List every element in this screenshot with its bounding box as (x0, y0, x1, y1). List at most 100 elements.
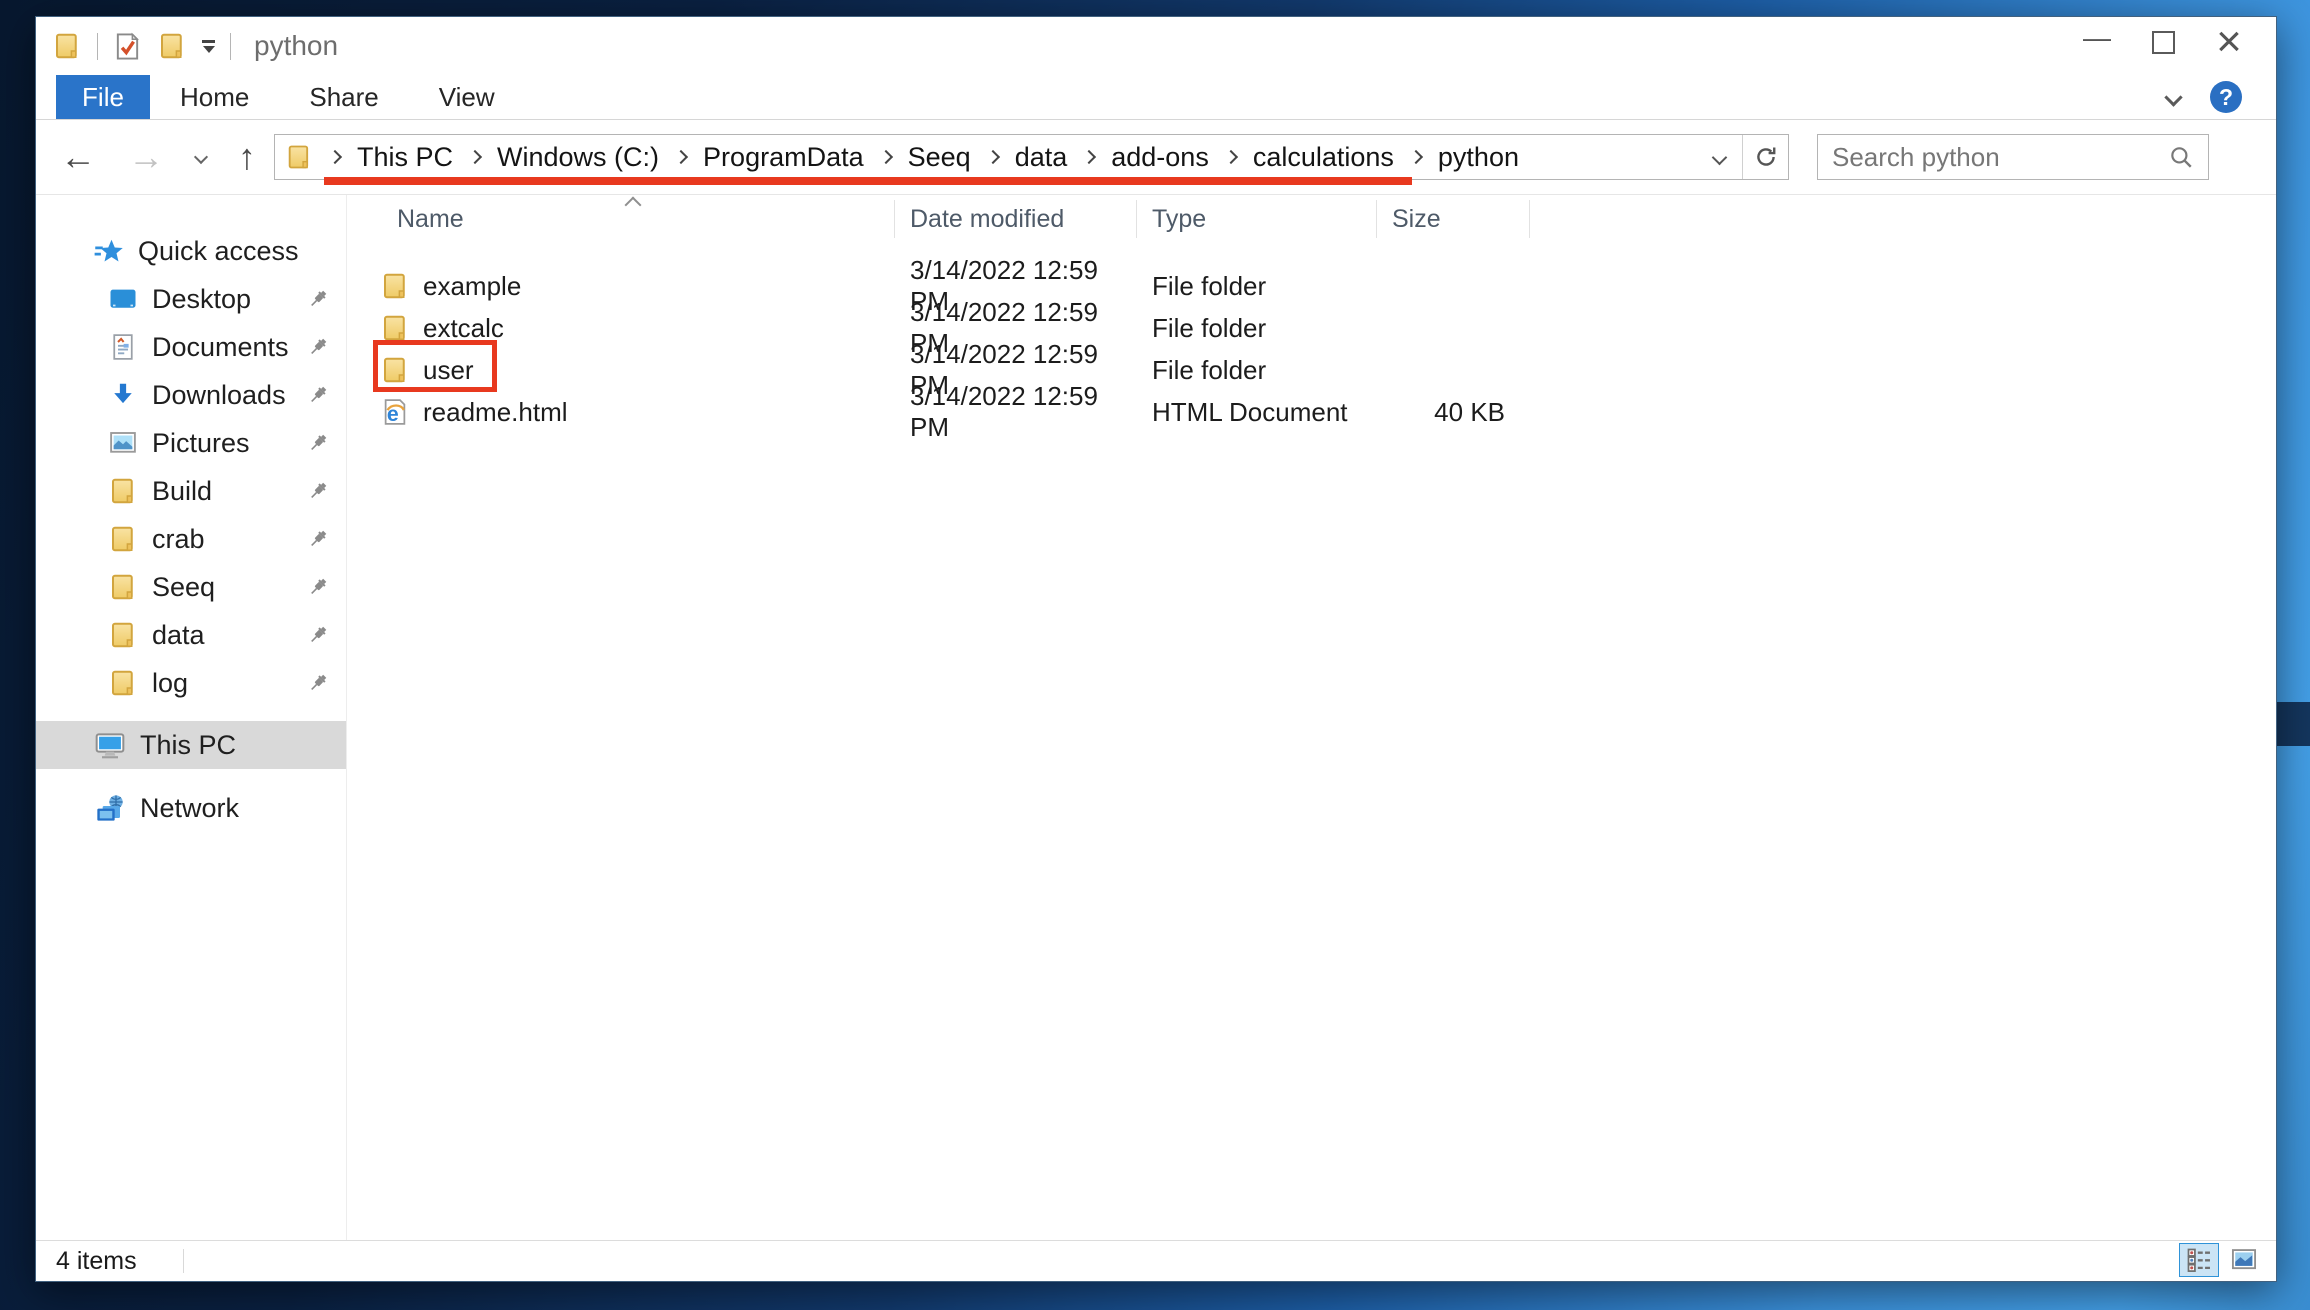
sidebar-item-log[interactable]: log (36, 659, 346, 707)
file-type: File folder (1137, 355, 1377, 386)
back-button[interactable]: ← (60, 139, 96, 175)
checkmark-document-icon[interactable] (113, 31, 142, 62)
window-title: python (254, 30, 338, 62)
tab-view[interactable]: View (409, 75, 525, 119)
sidebar-item-label: Quick access (138, 236, 299, 267)
recent-locations-chevron-icon[interactable] (194, 150, 208, 164)
pin-icon (306, 287, 330, 311)
breadcrumb-chevron-icon[interactable] (986, 150, 1000, 164)
search-placeholder: Search python (1832, 142, 2000, 173)
view-toggle-buttons (2179, 1243, 2264, 1277)
breadcrumb-chevron-icon[interactable] (1224, 150, 1238, 164)
file-name: extcalc (423, 313, 504, 344)
folder-icon[interactable] (157, 31, 187, 61)
search-input[interactable]: Search python (1817, 134, 2209, 180)
pin-icon (306, 671, 330, 695)
file-date: 3/14/2022 12:59 PM (895, 381, 1137, 443)
sidebar-item-downloads[interactable]: Downloads (36, 371, 346, 419)
folder-icon[interactable] (285, 143, 313, 171)
sidebar-item-label: Downloads (152, 380, 286, 411)
thumbnails-view-button[interactable] (2224, 1243, 2264, 1277)
address-bar[interactable]: This PC Windows (C:) ProgramData Seeq da… (274, 134, 1789, 180)
status-divider (183, 1249, 184, 1273)
file-row-readme-html[interactable]: readme.html 3/14/2022 12:59 PM HTML Docu… (347, 381, 2276, 423)
desktop-icon (108, 284, 138, 314)
details-view-button[interactable] (2179, 1243, 2219, 1277)
network-icon (94, 792, 126, 824)
tab-file[interactable]: File (56, 75, 150, 119)
maximize-button[interactable] (2130, 19, 2196, 65)
sidebar-item-network[interactable]: Network (36, 784, 346, 832)
breadcrumb-chevron-icon[interactable] (1082, 150, 1096, 164)
breadcrumb-this-pc[interactable]: This PC (357, 142, 453, 173)
download-arrow-icon (108, 380, 138, 410)
sidebar-item-desktop[interactable]: Desktop (36, 275, 346, 323)
breadcrumb-chevron-icon[interactable] (674, 150, 688, 164)
sidebar-item-pictures[interactable]: Pictures (36, 419, 346, 467)
sidebar-item-label: data (152, 620, 205, 651)
up-button[interactable]: ↑ (238, 139, 256, 175)
folder-icon (108, 524, 138, 554)
breadcrumb-chevron-icon[interactable] (328, 150, 342, 164)
maximize-icon (2152, 31, 2175, 54)
pin-icon (306, 479, 330, 503)
sidebar-item-label: Documents (152, 332, 289, 363)
file-type: HTML Document (1137, 397, 1377, 428)
file-list-pane: Name Date modified Type Size example 3/1… (346, 195, 2276, 1240)
sidebar-item-crab[interactable]: crab (36, 515, 346, 563)
breadcrumb-chevron-icon[interactable] (1409, 150, 1423, 164)
file-row-example[interactable]: example 3/14/2022 12:59 PM File folder (347, 255, 2276, 297)
sidebar-item-label: Seeq (152, 572, 215, 603)
sidebar-item-quick-access[interactable]: Quick access (36, 227, 346, 275)
forward-button[interactable]: → (128, 139, 164, 175)
breadcrumb-programdata[interactable]: ProgramData (703, 142, 864, 173)
sidebar-item-seeq[interactable]: Seeq (36, 563, 346, 611)
details-view-icon (2185, 1246, 2213, 1274)
quick-access-toolbar: python (52, 30, 338, 62)
minimize-button[interactable]: — (2064, 19, 2130, 65)
breadcrumb-python[interactable]: python (1438, 142, 1519, 173)
folder-icon (108, 476, 138, 506)
file-row-extcalc[interactable]: extcalc 3/14/2022 12:59 PM File folder (347, 297, 2276, 339)
tab-share[interactable]: Share (279, 75, 408, 119)
folder-icon[interactable] (52, 31, 82, 61)
main-area: Quick access Desktop Documents Downloads… (36, 195, 2276, 1240)
search-icon[interactable] (2168, 144, 2194, 170)
sidebar-item-label: Network (140, 793, 239, 824)
breadcrumb-chevron-icon[interactable] (879, 150, 893, 164)
breadcrumb-data[interactable]: data (1015, 142, 1068, 173)
file-name: readme.html (423, 397, 568, 428)
folder-icon (108, 620, 138, 650)
column-header-date-modified[interactable]: Date modified (895, 200, 1137, 238)
wallpaper-dark-band (2276, 702, 2310, 746)
sidebar-item-label: log (152, 668, 188, 699)
refresh-button[interactable] (1742, 135, 1788, 179)
sidebar-item-documents[interactable]: Documents (36, 323, 346, 371)
breadcrumb-windows-c[interactable]: Windows (C:) (497, 142, 659, 173)
tab-home[interactable]: Home (150, 75, 279, 119)
annotation-red-box-user (373, 340, 497, 392)
explorer-window: python — × File Home Share View ? ← → ↑ (35, 16, 2277, 1282)
breadcrumb-chevron-icon[interactable] (468, 150, 482, 164)
pin-icon (306, 383, 330, 407)
column-header-type[interactable]: Type (1137, 200, 1377, 238)
toolbar-dropdown-icon[interactable] (202, 40, 215, 53)
breadcrumb-calculations[interactable]: calculations (1253, 142, 1394, 173)
folder-icon (108, 668, 138, 698)
ribbon-collapse-chevron-icon[interactable] (2164, 88, 2182, 106)
column-header-size[interactable]: Size (1377, 200, 1530, 238)
sidebar-item-build[interactable]: Build (36, 467, 346, 515)
close-button[interactable]: × (2196, 19, 2262, 65)
file-row-user[interactable]: user 3/14/2022 12:59 PM File folder (347, 339, 2276, 381)
folder-icon (108, 572, 138, 602)
address-dropdown-button[interactable] (1697, 135, 1742, 179)
sidebar-item-data[interactable]: data (36, 611, 346, 659)
breadcrumb-seeq[interactable]: Seeq (908, 142, 971, 173)
sidebar-item-label: Build (152, 476, 212, 507)
document-icon (108, 332, 138, 362)
sidebar-item-this-pc[interactable]: This PC (36, 721, 346, 769)
breadcrumb-add-ons[interactable]: add-ons (1111, 142, 1209, 173)
help-icon[interactable]: ? (2210, 81, 2242, 113)
annotation-red-underline (324, 177, 1412, 185)
this-pc-icon (94, 729, 126, 761)
